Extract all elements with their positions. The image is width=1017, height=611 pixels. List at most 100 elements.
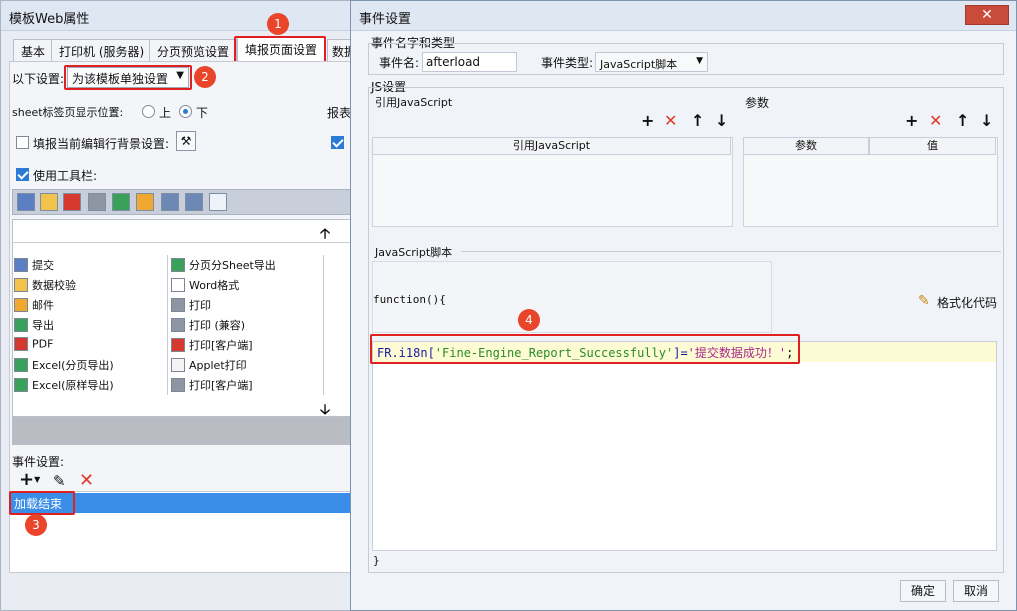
params-label: 参数 — [745, 96, 770, 110]
move-down-param-icon[interactable]: ↓ — [980, 113, 993, 129]
use-toolbar-checkbox[interactable] — [16, 168, 29, 181]
item-print-client[interactable]: 打印[客户端] — [171, 337, 253, 357]
move-up-ref-icon[interactable]: ↑ — [691, 113, 704, 129]
pencil-icon — [14, 278, 28, 292]
excel-icon[interactable] — [112, 193, 130, 211]
left-titlebar: 模板Web属性 — [1, 1, 351, 31]
list-col-divider-2 — [323, 255, 324, 395]
tab-printer-server[interactable]: 打印机 (服务器) — [51, 39, 153, 61]
item-pdf[interactable]: PDF — [14, 337, 53, 357]
applet-icon — [171, 358, 185, 372]
item-print[interactable]: 打印 — [171, 297, 211, 317]
badge-3: 3 — [25, 514, 47, 536]
code-editor[interactable] — [372, 341, 997, 551]
list-top-divider — [12, 242, 352, 243]
event-name-value: afterload — [426, 55, 481, 69]
item-validate[interactable]: 数据校验 — [14, 277, 76, 297]
radio-top[interactable] — [142, 105, 155, 118]
save-icon — [14, 258, 28, 272]
ref-js-label: 引用JavaScript — [375, 96, 453, 109]
excel-icon — [171, 258, 185, 272]
word-icon — [171, 278, 185, 292]
item-excel-original[interactable]: Excel(原样导出) — [14, 377, 114, 397]
edit-icon[interactable]: ✎ — [53, 472, 66, 490]
right-titlebar: 事件设置 ✕ — [351, 1, 1016, 31]
close-icon[interactable]: ✕ — [965, 5, 1009, 25]
item-excel-page[interactable]: Excel(分页导出) — [14, 357, 114, 377]
item-sheet-export[interactable]: 分页分Sheet导出 — [171, 257, 276, 277]
pdf-icon[interactable] — [63, 193, 81, 211]
web-properties-window: 模板Web属性 基本 打印机 (服务器) 分页预览设置 填报页面设置 数据 1 … — [0, 0, 353, 611]
chevron-down-icon: ▼ — [696, 56, 703, 66]
print-icon[interactable] — [88, 193, 106, 211]
radio-top-label: 上 — [159, 106, 172, 120]
badge-4: 4 — [518, 309, 540, 331]
use-toolbar-label: 使用工具栏: — [33, 169, 98, 183]
print-icon — [171, 378, 185, 392]
bg-setting-label: 填报当前编辑行背景设置: — [33, 137, 170, 151]
item-print-compat[interactable]: 打印 (兼容) — [171, 317, 245, 337]
report-truncated-label: 报表 — [327, 106, 351, 120]
tab-basic[interactable]: 基本 — [13, 39, 54, 61]
pencil-icon[interactable] — [40, 193, 58, 211]
delete-icon[interactable]: ✕ — [79, 470, 94, 491]
event-settings-label: 事件设置: — [12, 455, 65, 469]
event-type-value: JavaScript脚本 — [600, 58, 678, 71]
event-name-label: 事件名: — [379, 56, 420, 70]
dialog-title: 事件设置 — [359, 12, 412, 27]
excel-icon — [14, 358, 28, 372]
item-mail[interactable]: 邮件 — [14, 297, 54, 317]
window-icon[interactable] — [209, 193, 227, 211]
add-ref-icon[interactable]: + — [641, 113, 654, 129]
radio-bottom-label: 下 — [196, 106, 209, 120]
mail-icon[interactable] — [136, 193, 154, 211]
ok-button[interactable]: 确定 — [900, 580, 946, 602]
import-icon[interactable] — [161, 193, 179, 211]
export-icon[interactable] — [185, 193, 203, 211]
arrow-up-icon[interactable]: 🡡 — [320, 223, 330, 247]
paint-bucket-icon[interactable]: ⚒ — [176, 131, 196, 151]
print-icon — [171, 298, 185, 312]
item-submit[interactable]: 提交 — [14, 257, 54, 277]
value-column-header[interactable]: 值 — [869, 137, 996, 155]
event-type-label: 事件类型: — [541, 56, 594, 70]
bg-setting-checkbox[interactable] — [16, 136, 29, 149]
item-word[interactable]: Word格式 — [171, 277, 239, 297]
excel-icon — [14, 378, 28, 392]
highlight-select — [64, 65, 192, 90]
save-icon[interactable] — [17, 193, 35, 211]
item-print-client-2[interactable]: 打印[客户端] — [171, 377, 253, 397]
mail-icon — [14, 298, 28, 312]
script-label: JavaScript脚本 — [375, 246, 453, 259]
list-col-divider — [167, 255, 168, 395]
cancel-button[interactable]: 取消 — [953, 580, 999, 602]
radio-bottom[interactable] — [179, 105, 192, 118]
pdf-icon — [171, 338, 185, 352]
event-name-input[interactable]: afterload — [422, 52, 517, 72]
tab-page-preview[interactable]: 分页预览设置 — [149, 39, 238, 61]
add-icon[interactable]: +▼ — [19, 471, 40, 489]
ref-js-column-header[interactable]: 引用JavaScript — [372, 137, 731, 155]
move-down-ref-icon[interactable]: ↓ — [715, 113, 728, 129]
left-window-title: 模板Web属性 — [9, 12, 90, 27]
item-applet-print[interactable]: Applet打印 — [171, 357, 247, 377]
function-open: function(){ — [373, 293, 446, 306]
param-column-header[interactable]: 参数 — [743, 137, 869, 155]
highlight-event — [9, 491, 75, 515]
move-up-param-icon[interactable]: ↑ — [956, 113, 969, 129]
script-label-divider — [461, 251, 1001, 252]
export-icon — [14, 318, 28, 332]
badge-1: 1 — [267, 13, 289, 35]
badge-2: 2 — [194, 66, 216, 88]
delete-param-icon[interactable]: ✕ — [929, 113, 942, 129]
event-type-select[interactable]: JavaScript脚本 ▼ — [595, 52, 708, 72]
function-close: } — [373, 554, 380, 567]
broom-icon[interactable]: ✎ — [918, 293, 930, 309]
add-param-icon[interactable]: + — [905, 113, 918, 129]
item-export[interactable]: 导出 — [14, 317, 54, 337]
format-code-button[interactable]: 格式化代码 — [937, 294, 997, 311]
sheet-position-label: sheet标签页显示位置: — [12, 106, 124, 119]
right-col-checkbox[interactable] — [331, 136, 344, 149]
settings-label: 以下设置: — [12, 72, 65, 86]
delete-ref-icon[interactable]: ✕ — [664, 113, 677, 129]
